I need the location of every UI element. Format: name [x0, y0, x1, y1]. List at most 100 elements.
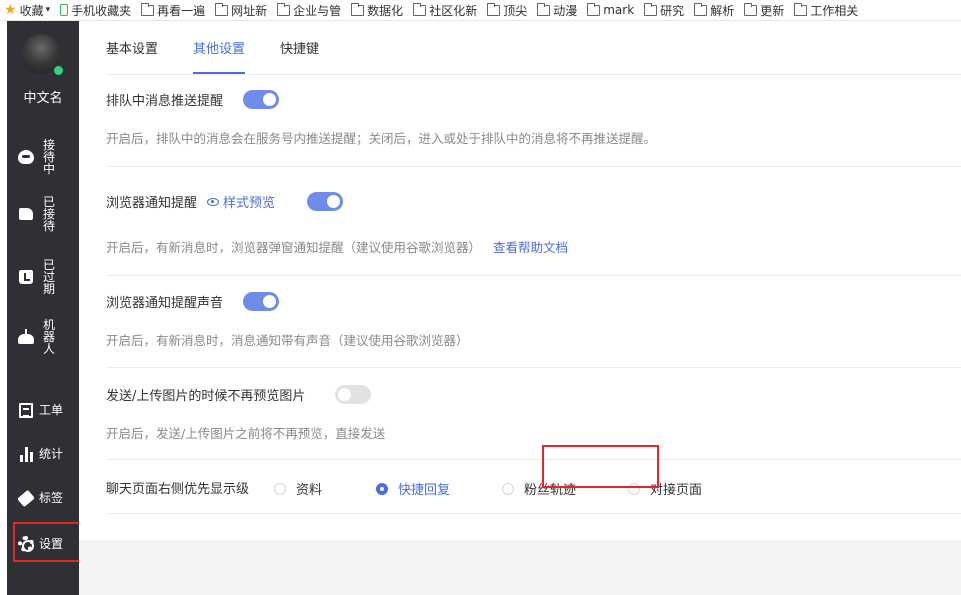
radio-circle [502, 482, 514, 495]
notify-sound-toggle[interactable] [243, 292, 280, 311]
sidebar-item-tags[interactable]: 标签 [7, 489, 79, 507]
tab-basic-settings[interactable]: 基本设置 [106, 21, 158, 74]
chevron-down-icon: ▾ [45, 5, 51, 15]
sidebar-item-received[interactable]: 已接待 [7, 196, 79, 232]
radio-quick-reply[interactable]: 快捷回复 [376, 479, 450, 498]
robot-icon [17, 328, 35, 346]
sidebar: 中文名 接待中 已接待 已过期 机器人 工单 统计 标签 设置 [7, 21, 79, 595]
folder-icon [277, 2, 291, 16]
folder-icon [141, 2, 155, 16]
sidebar-item-label: 已接待 [42, 195, 55, 233]
setting-description: 开启后，发送/上传图片之前将不再预览，直接发送 [106, 426, 386, 441]
divider [106, 367, 961, 368]
folder-icon [644, 2, 658, 16]
thumb-icon [17, 205, 35, 223]
setting-queue-push: 排队中消息推送提醒 [106, 90, 280, 109]
highlight-box [13, 522, 89, 562]
setting-notify-sound: 浏览器通知提醒声音 [106, 292, 280, 311]
radio-circle [274, 482, 286, 495]
bookmark-label: 网址新 [231, 3, 268, 18]
bookmark-item[interactable]: 企业与管 [273, 0, 347, 20]
bookmarks-bar: ★ 收藏 ▾ 手机收藏夹 再看一遍 网址新 企业与管 数据化 社区化新 顶尖 动… [0, 0, 961, 21]
sidebar-item-label: 接待中 [42, 138, 55, 176]
bookmark-label: 数据化 [367, 3, 404, 18]
divider [106, 275, 961, 276]
bar-chart-icon [17, 445, 35, 463]
bookmark-item[interactable]: 动漫 [533, 0, 583, 20]
setting-title: 浏览器通知提醒 [106, 196, 198, 211]
bookmark-label: 动漫 [553, 3, 578, 18]
bookmark-item[interactable]: 再看一遍 [137, 0, 211, 20]
bookmark-item[interactable]: 顶尖 [483, 0, 533, 20]
radio-label: 快捷回复 [398, 483, 451, 498]
sidebar-item-label: 已过期 [42, 258, 55, 296]
bookmark-label: 手机收藏夹 [71, 3, 132, 18]
folder-icon [694, 2, 708, 16]
radio-label: 资料 [296, 483, 323, 498]
bookmark-label: 解析 [710, 3, 735, 18]
setting-title: 排队中消息推送提醒 [106, 94, 224, 109]
sidebar-item-receiving[interactable]: 接待中 [7, 139, 79, 175]
headset-icon [17, 148, 35, 166]
sidebar-item-stats[interactable]: 统计 [7, 445, 79, 463]
queue-push-toggle[interactable] [243, 90, 280, 109]
star-icon: ★ [4, 2, 17, 18]
folder-icon [587, 2, 601, 16]
folder-icon [487, 2, 501, 16]
bookmark-label: 再看一遍 [157, 3, 206, 18]
folder-icon [215, 2, 229, 16]
setting-description: 开启后，有新消息时，浏览器弹窗通知提醒（建议使用谷歌浏览器） [106, 240, 482, 255]
setting-browser-notify: 浏览器通知提醒 样式预览 [106, 192, 344, 211]
radio-circle [376, 482, 388, 495]
bookmark-label: mark [603, 3, 635, 17]
bookmark-label: 顶尖 [503, 3, 528, 18]
folder-icon [413, 2, 427, 16]
bookmark-item[interactable]: mark [583, 0, 640, 20]
tab-shortcuts[interactable]: 快捷键 [280, 21, 319, 74]
online-status-dot [52, 64, 65, 77]
setting-title: 浏览器通知提醒声音 [106, 296, 224, 311]
sidebar-item-label: 统计 [39, 447, 64, 461]
sidebar-item-label: 标签 [39, 491, 64, 505]
bookmark-label: 工作相关 [810, 3, 859, 18]
bookmark-label: 企业与管 [293, 3, 342, 18]
bookmark-item[interactable]: 工作相关 [790, 0, 864, 20]
setting-title: 发送/上传图片的时候不再预览图片 [106, 389, 306, 404]
bookmark-item[interactable]: 网址新 [211, 0, 273, 20]
no-image-preview-toggle[interactable] [335, 385, 372, 404]
help-doc-link[interactable]: 查看帮助文档 [493, 240, 568, 255]
highlight-box [542, 445, 659, 488]
bookmark-item[interactable]: 解析 [690, 0, 740, 20]
priority-title: 聊天页面右侧优先显示级 [106, 482, 250, 497]
bookmark-label: 更新 [760, 3, 785, 18]
style-preview-label: 样式预览 [223, 196, 276, 211]
folder-icon [744, 2, 758, 16]
setting-description: 开启后，有新消息时，消息通知带有声音（建议使用谷歌浏览器） [106, 333, 469, 348]
bookmark-favorites[interactable]: ★ 收藏 ▾ [0, 0, 56, 20]
tab-other-settings[interactable]: 其他设置 [193, 21, 246, 74]
folder-icon [794, 2, 808, 16]
sidebar-item-expired[interactable]: 已过期 [7, 259, 79, 295]
sidebar-item-tickets[interactable]: 工单 [7, 401, 79, 419]
setting-description-row: 开启后，有新消息时，浏览器弹窗通知提醒（建议使用谷歌浏览器） 查看帮助文档 [106, 237, 568, 256]
bookmark-item[interactable]: 研究 [640, 0, 690, 20]
setting-description: 开启后，排队中的消息会在服务号内推送提醒；关闭后，进入或处于排队中的消息将不再推… [106, 131, 657, 146]
bookmark-item[interactable]: 更新 [740, 0, 790, 20]
divider [106, 74, 961, 75]
settings-panel: 基本设置 其他设置 快捷键 排队中消息推送提醒 开启后，排队中的消息会在服务号内… [79, 21, 961, 595]
bookmark-item[interactable]: 数据化 [347, 0, 409, 20]
setting-no-image-preview: 发送/上传图片的时候不再预览图片 [106, 385, 372, 404]
browser-notify-toggle[interactable] [307, 192, 344, 211]
bookmark-item[interactable]: 社区化新 [409, 0, 483, 20]
tab-bar: 基本设置 其他设置 快捷键 [106, 21, 354, 74]
bookmark-label: 研究 [660, 3, 685, 18]
sidebar-item-robot[interactable]: 机器人 [7, 319, 79, 355]
bookmark-label: 收藏 [19, 3, 44, 18]
divider [106, 166, 961, 167]
sidebar-item-label: 机器人 [42, 318, 55, 356]
radio-profile[interactable]: 资料 [274, 479, 322, 498]
divider [106, 459, 961, 460]
bookmark-item[interactable]: 手机收藏夹 [56, 0, 137, 20]
ticket-icon [17, 401, 35, 419]
style-preview-link[interactable]: 样式预览 [207, 192, 275, 211]
